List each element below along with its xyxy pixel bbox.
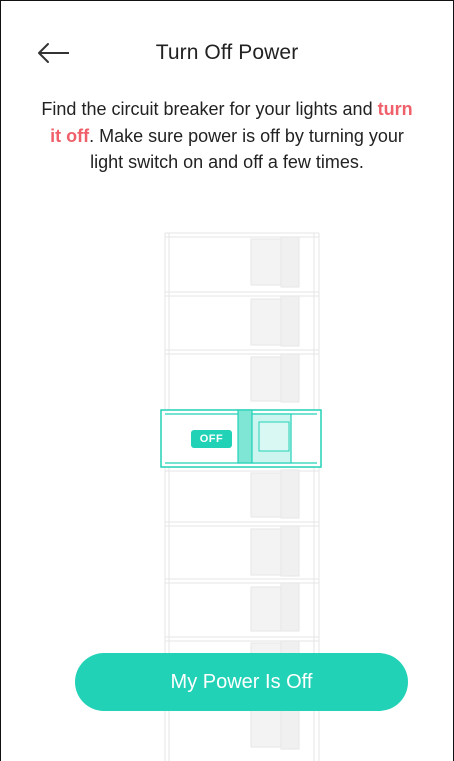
breaker-slot (165, 466, 319, 519)
breaker-off-label: OFF (199, 433, 224, 445)
breaker-slot (165, 349, 319, 403)
screen: Turn Off Power Find the circuit breaker … (0, 0, 454, 761)
breaker-panel-illustration (160, 232, 322, 761)
my-power-is-off-button[interactable]: My Power Is Off (75, 653, 408, 711)
breaker-slot (165, 578, 319, 632)
breaker-slot (165, 291, 319, 347)
breaker-slot (165, 521, 319, 577)
highlighted-breaker (160, 409, 322, 468)
breaker-slot (165, 236, 319, 288)
